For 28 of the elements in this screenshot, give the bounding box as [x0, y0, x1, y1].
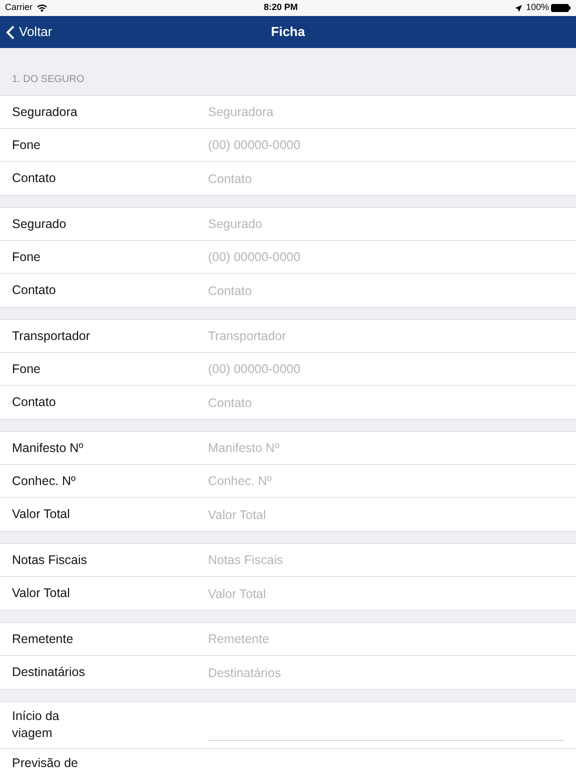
- battery-label: 100%: [526, 1, 549, 14]
- field-label: Conhec. Nº: [12, 472, 77, 490]
- field-label: Segurado: [12, 216, 68, 233]
- field-label: Valor Total: [12, 506, 71, 524]
- field-label: Remetente: [12, 630, 74, 648]
- field-label: Fone: [12, 248, 42, 266]
- field-label: Fone: [12, 360, 42, 378]
- field-label: Previsão de: [12, 755, 80, 768]
- page-title: Ficha: [271, 23, 305, 42]
- field-label: Contato: [12, 282, 57, 300]
- field-label: Contato: [12, 170, 57, 188]
- section-header: 1. DO SEGURO: [12, 73, 84, 87]
- location-arrow-icon: [514, 4, 522, 12]
- clock-label: 8:20 PM: [262, 1, 299, 14]
- field-label: Transportador: [12, 328, 92, 345]
- field-label: Contato: [12, 394, 57, 412]
- field-label: Notas Fiscais: [12, 552, 88, 569]
- back-button[interactable]: Voltar: [0, 22, 52, 42]
- wifi-icon: [36, 4, 47, 12]
- field-label: Fone: [12, 136, 42, 154]
- battery-icon: [551, 4, 571, 12]
- field-label: Manifesto Nº: [12, 440, 84, 457]
- chevron-left-icon: [6, 24, 15, 40]
- field-label: Destinatários: [12, 664, 86, 682]
- field-label: Início da viagem: [12, 708, 60, 742]
- field-label: Valor Total: [12, 585, 71, 602]
- carrier-label: Carrier: [5, 1, 33, 14]
- field-label: Seguradora: [12, 104, 78, 121]
